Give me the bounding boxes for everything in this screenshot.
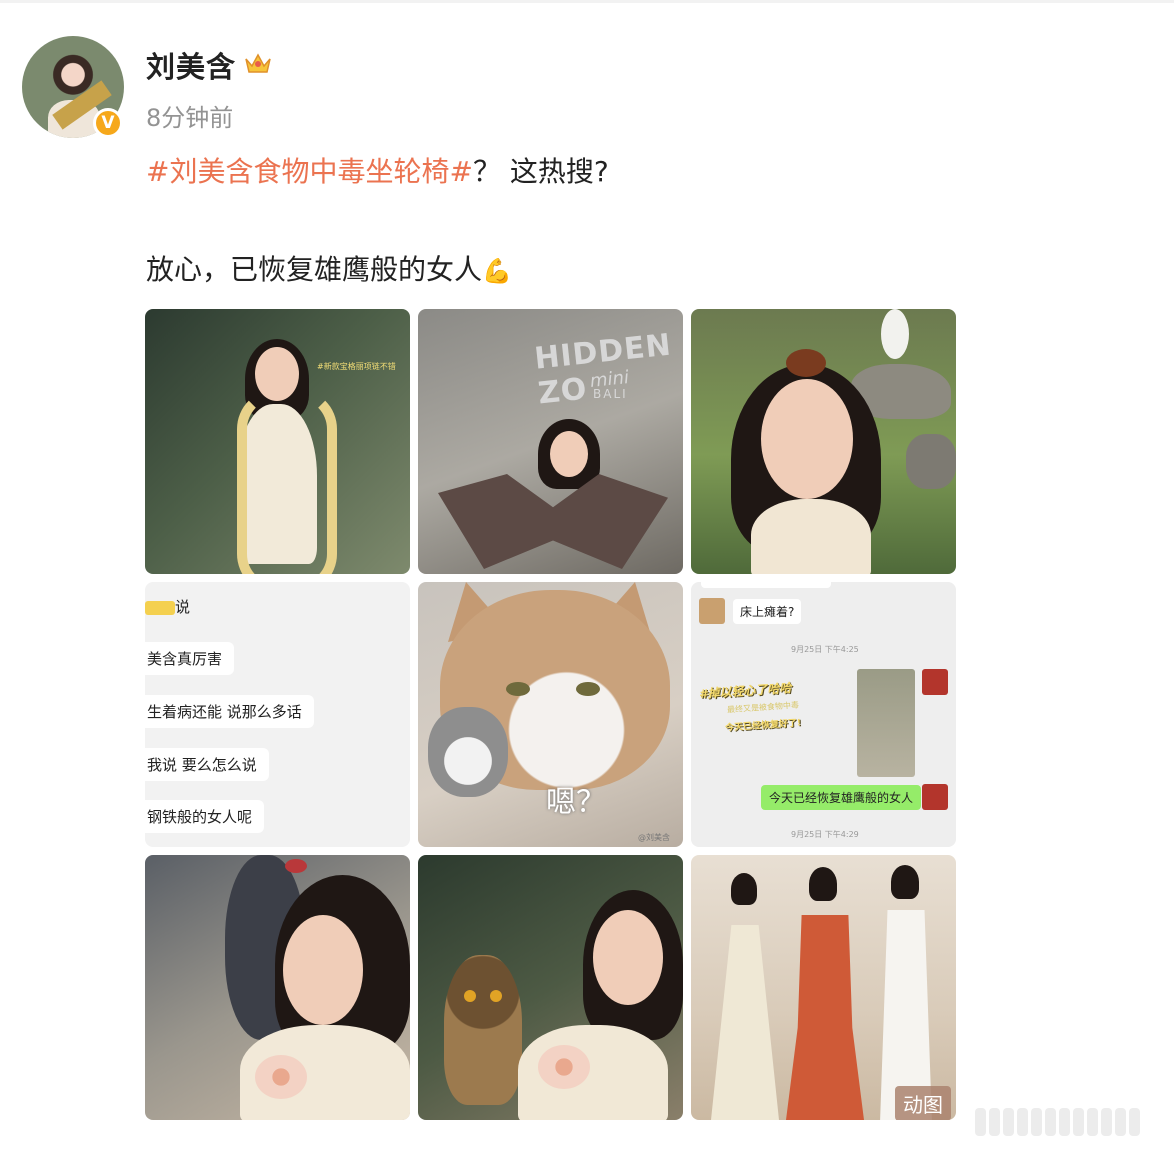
dress-shape <box>786 915 864 1120</box>
chat-message: 生着病还能 说那么多话 <box>145 695 314 728</box>
crown-icon <box>245 53 271 73</box>
head-shape <box>593 910 663 1005</box>
chat-screenshot[interactable]: 说 美含真厉害 生着病还能 说那么多话 我说 要么怎么说 钢铁般的女人呢 <box>145 582 410 847</box>
hashtag-link[interactable]: #刘美含食物中毒坐轮椅# <box>146 155 473 188</box>
owl-eye-shape <box>490 990 502 1002</box>
chat-bubble-self: 今天已经恢复雄鹰般的女人 <box>761 785 922 810</box>
watermark: @刘美含 <box>638 833 670 842</box>
chat-photo <box>857 669 915 777</box>
sticker-text: 今天已经恢复好了! <box>724 718 802 734</box>
orchid-shape <box>255 1055 307 1099</box>
chat-message: 我说 要么怎么说 <box>145 748 269 781</box>
snake-shape <box>237 389 337 574</box>
post-timestamp: 8分钟前 <box>146 104 234 132</box>
photo-caption: #新款宝格丽项链不错 <box>317 362 396 371</box>
top-divider <box>0 0 1174 3</box>
kitten-shape <box>428 707 508 797</box>
chat-avatar <box>922 669 948 695</box>
gif-badge: 动图 <box>895 1086 951 1120</box>
owl-eye-shape <box>464 990 476 1002</box>
post-text-line-2: 放心，已恢复雄鹰般的女人💪 <box>146 248 512 288</box>
chat-time: 9月25日 下午4:29 <box>791 830 859 839</box>
wechat-screenshot[interactable]: 床上瘫着? 9月25日 下午4:25 #掉以轻心了哈哈 最终又是被食物中毒 今天… <box>691 582 956 847</box>
rock-shape <box>906 434 956 489</box>
photo-three-women[interactable]: 动图 <box>691 855 956 1120</box>
chat-message: 钢铁般的女人呢 <box>145 800 265 833</box>
chat-avatar <box>699 598 725 624</box>
chat-title: 说 <box>145 596 190 617</box>
sticker-text: 最终又是被食物中毒 <box>726 700 800 715</box>
zoo-sign-bali: BALI <box>593 387 628 401</box>
photo-bat[interactable]: HIDDEN ZO mini BALI <box>418 309 683 574</box>
photo-cat-meme[interactable]: 嗯？ @刘美含 <box>418 582 683 847</box>
dress-shape <box>711 925 779 1120</box>
verified-badge-icon: V <box>93 108 123 138</box>
blurred-name <box>145 600 175 615</box>
image-grid: #新款宝格丽项链不错 HIDDEN ZO mini BALI 说 美含真厉害 生… <box>145 309 956 1120</box>
photo-parrot[interactable] <box>145 855 410 1120</box>
hair-shape <box>731 873 757 905</box>
orchid-shape <box>538 1045 590 1089</box>
cat-eye-shape <box>576 682 600 696</box>
flexed-arm-icon: 💪 <box>482 257 512 285</box>
photo-snake[interactable]: #新款宝格丽项链不错 <box>145 309 410 574</box>
dress-shape <box>751 499 871 574</box>
chat-message: 美含真厉害 <box>145 642 235 675</box>
hair-shape <box>891 865 919 899</box>
photo-tarantula[interactable] <box>691 309 956 574</box>
beak-shape <box>285 859 307 873</box>
sticker-text: #掉以轻心了哈哈 <box>698 680 792 702</box>
post-text-rest: ？ 这热搜? <box>472 155 609 188</box>
tarantula-shape <box>786 349 826 377</box>
photo-owl[interactable] <box>418 855 683 1120</box>
meme-caption: 嗯？ <box>546 785 606 820</box>
hair-shape <box>809 867 837 901</box>
username[interactable]: 刘美含 <box>146 44 236 86</box>
head-shape <box>761 379 853 499</box>
owl-shape <box>444 955 522 1105</box>
chat-topbar <box>701 582 831 588</box>
faded-text-placeholder <box>975 1108 1165 1140</box>
cat-eye-shape <box>506 682 530 696</box>
chat-bubble: 床上瘫着? <box>733 599 802 624</box>
head-shape <box>550 431 588 477</box>
post-text-line-1: #刘美含食物中毒坐轮椅#？ 这热搜? <box>146 150 609 190</box>
chat-time: 9月25日 下午4:25 <box>791 645 859 654</box>
head-shape <box>283 915 363 1025</box>
egret-shape <box>881 309 909 359</box>
post-text-body: 放心，已恢复雄鹰般的女人 <box>146 253 483 286</box>
chat-avatar <box>922 784 948 810</box>
